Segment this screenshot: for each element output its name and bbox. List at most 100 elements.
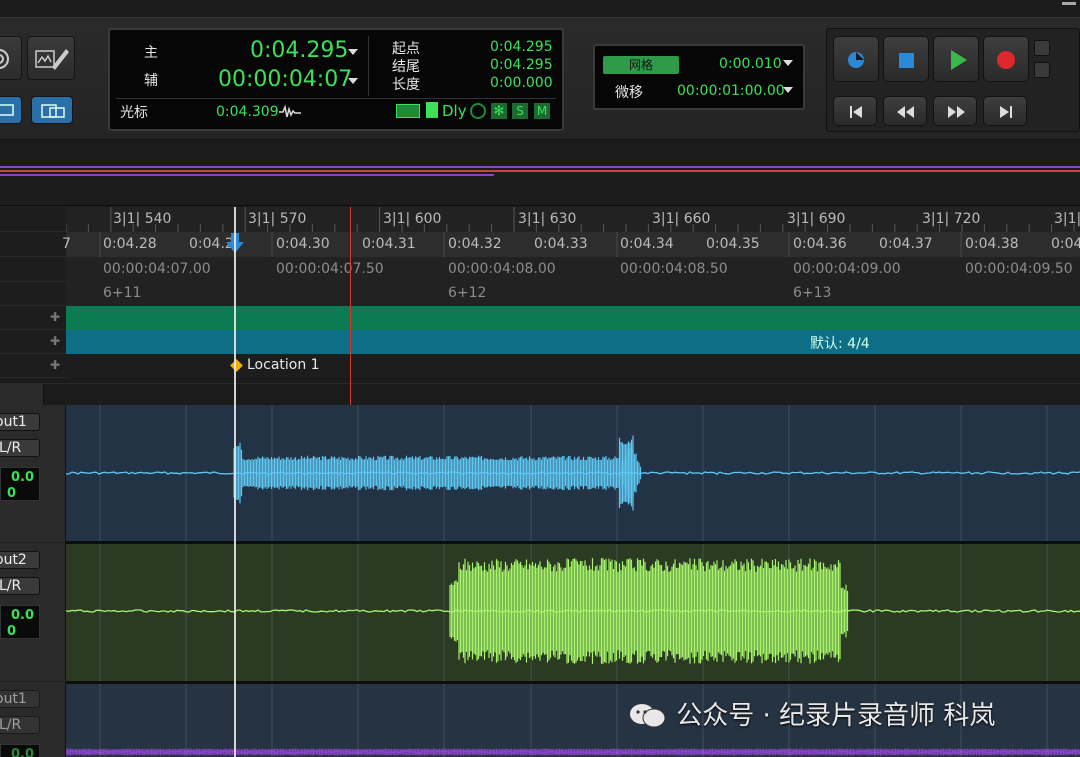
- go-to-end-button[interactable]: [983, 96, 1027, 126]
- grid-dropdown-icon[interactable]: [783, 60, 793, 66]
- grid-nudge-display: 网格 0:00.010 微移 00:00:01:00.00: [593, 44, 805, 110]
- cursor-label: 光标: [120, 105, 148, 121]
- timecode-ruler[interactable]: 00:00:04:07.00 00:00:04:07.50 00:00:04:0…: [66, 257, 1080, 282]
- timecode-tick-label: 00:00:04:08.50: [620, 261, 728, 277]
- online-icon[interactable]: [470, 103, 486, 119]
- feet-ruler-label: [0, 282, 66, 306]
- bars-ruler-label: [0, 207, 66, 232]
- track-3-io-label: L/R: [0, 717, 22, 733]
- track-1-io-label: L/R: [0, 440, 22, 456]
- rewind-button[interactable]: [883, 96, 927, 126]
- track-2-volume[interactable]: 0.0: [11, 608, 34, 623]
- rewind-icon: [897, 106, 914, 118]
- track-3-output-name: out1: [0, 691, 27, 707]
- pencil-tool-button[interactable]: [27, 36, 75, 80]
- track-2-output-name: out2: [0, 552, 27, 568]
- bars-tick-label: 3|1| 690: [787, 211, 846, 227]
- markers-add-icon[interactable]: ✚: [50, 358, 60, 372]
- feet-frames-ruler[interactable]: 6+11 6+12 6+13: [66, 282, 1080, 306]
- zoom-audio-icon: [0, 49, 9, 69]
- tempo-add-icon[interactable]: ✚: [50, 310, 60, 324]
- meter-ruler[interactable]: 默认: 4/4: [66, 330, 1080, 354]
- toolbar-corner-mark: [1062, 2, 1076, 5]
- record-button[interactable]: [983, 36, 1029, 82]
- nudge-value[interactable]: 00:00:01:00.00: [677, 83, 785, 99]
- sub-counter-dropdown-icon[interactable]: [348, 78, 358, 84]
- track-2-io-selector[interactable]: L/R: [0, 577, 40, 595]
- delay-compensation-icon[interactable]: [426, 102, 438, 118]
- markers-ruler[interactable]: Location 1: [66, 354, 1080, 378]
- nudge-dropdown-icon[interactable]: [783, 87, 793, 93]
- fast-forward-button[interactable]: [933, 96, 977, 126]
- go-to-start-button[interactable]: [833, 96, 877, 126]
- extra-transport-toggle-2[interactable]: [1034, 62, 1050, 78]
- record-icon: [997, 51, 1015, 69]
- grid-value[interactable]: 0:00.010: [719, 56, 782, 72]
- start-value[interactable]: 0:04.295: [490, 39, 553, 55]
- track-1-io-selector[interactable]: L/R: [0, 439, 40, 457]
- minsecs-ruler[interactable]: 7 0:04.28 0:04.2 0:04.30 0:04.31 0:04.32…: [62, 232, 1080, 257]
- track-3-output-selector[interactable]: out1: [0, 690, 40, 708]
- timecode-tick-label: 00:00:04:09.00: [793, 261, 901, 277]
- overview-purple-line: [0, 166, 1080, 168]
- bars-ruler[interactable]: 3|1| 540 3|1| 570 3|1| 600 3|1| 630 3|1|…: [66, 207, 1080, 232]
- watermark: 公众号 · 纪录片录音师 科岚: [628, 695, 995, 732]
- minsecs-ruler-label: [0, 232, 66, 257]
- sub-counter-value[interactable]: 00:00:04:07: [218, 67, 352, 92]
- solo-button[interactable]: S: [512, 103, 528, 119]
- length-value[interactable]: 0:00.000: [490, 75, 553, 91]
- track-3-io-selector[interactable]: L/R: [0, 716, 40, 734]
- end-value[interactable]: 0:04.295: [490, 57, 553, 73]
- track-2-lane[interactable]: [65, 543, 1080, 681]
- shuffle-mode-button[interactable]: [0, 96, 22, 124]
- track-1-pan[interactable]: 0: [7, 486, 16, 501]
- track-3-header: out1 L/R 0.0: [0, 682, 66, 757]
- track-1-waveform: [66, 435, 1080, 511]
- audio-track-1: out1 L/R 0.0 0: [0, 405, 1080, 542]
- track-3-volume-box: 0.0: [0, 744, 40, 757]
- separator-header-cell: [0, 384, 44, 406]
- track-2-output-selector[interactable]: out2: [0, 551, 40, 569]
- extra-transport-toggle-1[interactable]: [1034, 40, 1050, 56]
- start-label: 起点: [392, 41, 420, 57]
- tempo-ruler[interactable]: [66, 306, 1080, 330]
- track-2-pan[interactable]: 0: [7, 624, 16, 639]
- meter-ruler-label: ✚: [0, 330, 66, 354]
- zoom-tool-button[interactable]: [0, 36, 22, 80]
- main-counter-dropdown-icon[interactable]: [348, 49, 358, 55]
- ruler-track-separator: [0, 383, 1080, 406]
- link-timeline-icon: [41, 104, 65, 118]
- track-1-output-name: out1: [0, 414, 27, 430]
- dly-label[interactable]: Dly: [442, 102, 467, 120]
- timecode-tick-label: 00:00:04:07.50: [276, 261, 384, 277]
- go-to-end-icon: [1000, 106, 1012, 118]
- nudge-label: 微移: [615, 85, 643, 101]
- tempo-ruler-label: ✚: [0, 306, 66, 330]
- track-1-output-selector[interactable]: out1: [0, 413, 40, 431]
- meter-event-label[interactable]: 默认: 4/4: [810, 333, 870, 353]
- bars-tick-label: 3|1| 630: [518, 211, 577, 227]
- track-3-volume[interactable]: 0.0: [11, 747, 34, 757]
- stop-button[interactable]: [883, 36, 929, 82]
- track-1-lane[interactable]: [66, 405, 1080, 542]
- play-button[interactable]: [933, 36, 979, 82]
- mute-button[interactable]: M: [534, 103, 550, 119]
- stop-icon: [899, 53, 914, 68]
- grid-mode-tag[interactable]: 网格: [603, 56, 679, 74]
- marker-diamond-icon[interactable]: [230, 359, 243, 372]
- snowflake-icon[interactable]: ✻: [491, 103, 507, 119]
- track-2-io-label: L/R: [0, 578, 22, 594]
- link-selection-button[interactable]: [31, 96, 73, 124]
- pre-post-roll-icon[interactable]: [396, 104, 420, 118]
- loop-button[interactable]: [833, 36, 879, 82]
- bars-tick-label: 3|1| 720: [922, 211, 981, 227]
- meter-add-icon[interactable]: ✚: [50, 334, 60, 348]
- counter-divider-h: [116, 98, 556, 99]
- waveform-burst: [65, 748, 1080, 756]
- overview-red-line: [0, 170, 1080, 172]
- mute-label: M: [536, 104, 548, 118]
- main-counter-value[interactable]: 0:04.295: [250, 38, 348, 63]
- marker-location-label[interactable]: Location 1: [247, 357, 320, 373]
- pencil-waveform-icon: [35, 49, 69, 70]
- track-1-volume[interactable]: 0.0: [11, 470, 34, 485]
